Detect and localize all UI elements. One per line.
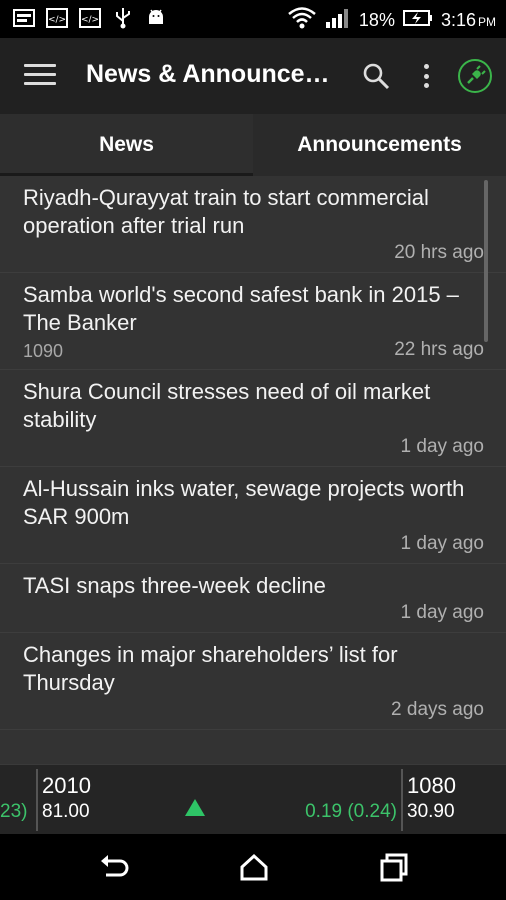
clock: 3:16 PM: [441, 10, 496, 31]
svg-text:</>: </>: [81, 15, 99, 25]
ticker-price: 30.90: [407, 801, 455, 822]
app-bar: News & Announce…: [0, 38, 506, 114]
news-meta: 1 day ago: [23, 600, 484, 632]
ticker-divider: [36, 769, 38, 831]
home-icon[interactable]: [238, 852, 270, 882]
search-icon[interactable]: [362, 62, 390, 90]
connection-plug-icon[interactable]: [458, 59, 492, 93]
news-meta: 20 hrs ago: [23, 240, 484, 272]
code-notification-icon-2: </>: [78, 7, 102, 29]
news-meta: 1 day ago: [23, 434, 484, 466]
news-symbol-code[interactable]: 1090: [23, 341, 63, 362]
ticker-divider: [401, 769, 403, 831]
news-item[interactable]: Samba world's second safest bank in 2015…: [0, 273, 506, 370]
news-time: 2 days ago: [391, 699, 484, 720]
news-title: Shura Council stresses need of oil marke…: [23, 379, 431, 432]
news-title: Al-Hussain inks water, sewage projects w…: [23, 476, 465, 529]
news-title: Samba world's second safest bank in 2015…: [23, 282, 459, 335]
news-time: 1 day ago: [400, 436, 484, 457]
news-time: 1 day ago: [400, 602, 484, 623]
news-title: Riyadh-Qurayyat train to start commercia…: [23, 185, 429, 238]
news-time: 20 hrs ago: [394, 242, 484, 263]
tab-announcements[interactable]: Announcements: [253, 114, 506, 176]
news-item[interactable]: Riyadh-Qurayyat train to start commercia…: [0, 176, 506, 273]
usb-icon: [111, 7, 135, 29]
back-icon[interactable]: [98, 852, 130, 882]
page-title: News & Announce…: [86, 60, 330, 88]
clock-ampm: PM: [478, 15, 496, 29]
android-debug-icon: [144, 7, 168, 29]
svg-text:</>: </>: [48, 15, 66, 25]
wifi-icon: [287, 6, 317, 35]
tab-news[interactable]: News: [0, 114, 253, 176]
image-notification-icon: [12, 7, 36, 29]
news-item[interactable]: Shura Council stresses need of oil marke…: [0, 370, 506, 467]
status-bar: </> </> 18% 3:16 PM: [0, 0, 506, 38]
news-meta: 2 days ago: [23, 697, 484, 729]
up-arrow-icon: [185, 799, 205, 816]
news-item[interactable]: Changes in major shareholders’ list for …: [0, 633, 506, 730]
news-title: Changes in major shareholders’ list for …: [23, 642, 398, 695]
system-nav-bar: [0, 834, 506, 900]
ticker-price: 81.00: [42, 801, 90, 822]
tab-bar: News Announcements: [0, 114, 506, 176]
hamburger-menu-icon[interactable]: [24, 64, 56, 88]
market-ticker[interactable]: 23) 2010 81.00 0.19 (0.24) 1080 30.90: [0, 764, 506, 834]
battery-percent: 18%: [358, 10, 395, 30]
notification-icons: </> </>: [12, 7, 168, 29]
list-scrollbar[interactable]: [484, 180, 488, 342]
recent-apps-icon[interactable]: [378, 852, 410, 882]
ticker-symbol: 2010: [42, 773, 91, 798]
news-meta: 1 day ago: [23, 531, 484, 563]
ticker-change: 0.19 (0.24): [305, 801, 397, 822]
more-options-icon[interactable]: [420, 62, 432, 90]
news-title: TASI snaps three-week decline: [23, 573, 326, 598]
news-item[interactable]: TASI snaps three-week decline 1 day ago: [0, 564, 506, 633]
news-time: 1 day ago: [400, 533, 484, 554]
system-indicators: 18% 3:16 PM: [287, 6, 496, 35]
news-time: 22 hrs ago: [394, 339, 484, 360]
ticker-symbol: 1080: [407, 773, 456, 798]
battery-charging-icon: [402, 9, 433, 32]
news-item[interactable]: Al-Hussain inks water, sewage projects w…: [0, 467, 506, 564]
code-notification-icon: </>: [45, 7, 69, 29]
signal-icon: [325, 8, 351, 33]
news-meta: 1090 22 hrs ago: [23, 337, 484, 369]
ticker-previous-change: 23): [0, 801, 28, 822]
news-list: Riyadh-Qurayyat train to start commercia…: [0, 176, 506, 764]
clock-time: 3:16: [440, 10, 476, 30]
